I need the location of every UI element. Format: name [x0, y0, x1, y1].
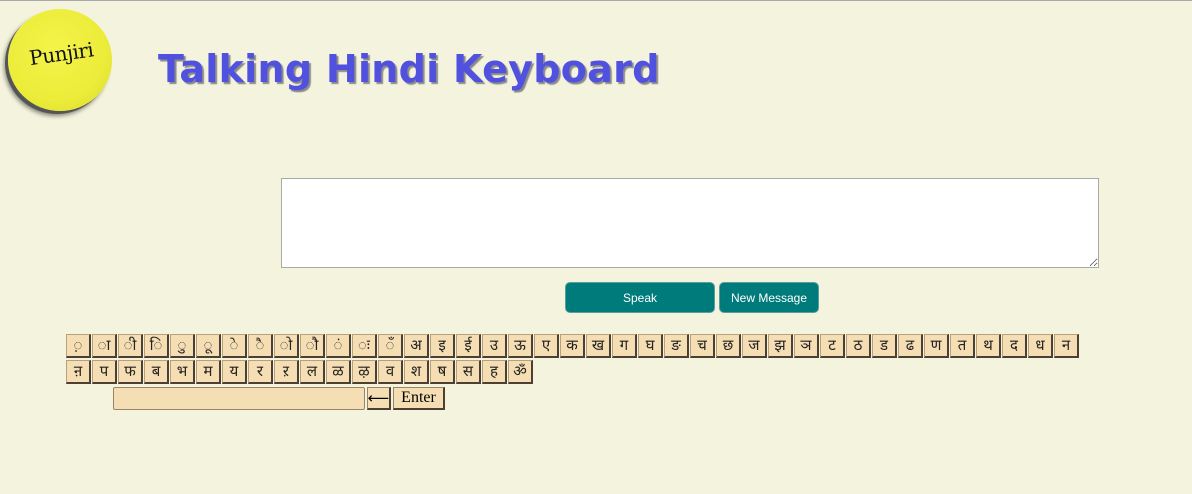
key-row2-0[interactable]: ऩ: [66, 360, 91, 384]
key-row1-29[interactable]: ट: [820, 334, 845, 358]
key-row1-25[interactable]: छ: [716, 334, 741, 358]
key-row1-12[interactable]: ◌ँ: [378, 334, 403, 358]
key-row2-6[interactable]: य: [222, 360, 247, 384]
key-row1-2[interactable]: ◌ी: [118, 334, 143, 358]
key-row2-8[interactable]: ऱ: [274, 360, 299, 384]
new-message-button[interactable]: New Message: [719, 282, 819, 313]
key-row1-10[interactable]: ◌ं: [326, 334, 351, 358]
key-row2-11[interactable]: ऴ: [352, 360, 377, 384]
key-row1-17[interactable]: ऊ: [508, 334, 533, 358]
key-row1-9[interactable]: ◌ौ: [300, 334, 325, 358]
key-row2-15[interactable]: स: [456, 360, 481, 384]
key-row1-38[interactable]: न: [1054, 334, 1079, 358]
key-row1-7[interactable]: ◌ै: [248, 334, 273, 358]
key-row1-0[interactable]: ◌़: [66, 334, 91, 358]
keyboard-row-1: ◌़ ◌ा ◌ी ◌ि ◌ु ◌ू ◌े ◌ै ◌ो ◌ौ ◌ं ◌ः ◌ँ अ इ ई उ ऊ ए क ख ग घ ङ च छ ज…: [66, 334, 1079, 358]
page-title: Talking Hindi Keyboard: [158, 47, 660, 91]
key-row1-26[interactable]: ज: [742, 334, 767, 358]
key-row2-13[interactable]: श: [404, 360, 429, 384]
keyboard-input[interactable]: [113, 387, 365, 410]
key-row1-35[interactable]: थ: [976, 334, 1001, 358]
key-row1-1[interactable]: ◌ा: [92, 334, 117, 358]
backspace-key[interactable]: ⟵: [367, 387, 391, 410]
key-row2-14[interactable]: ष: [430, 360, 455, 384]
key-row2-9[interactable]: ल: [300, 360, 325, 384]
key-row1-4[interactable]: ◌ु: [170, 334, 195, 358]
key-row2-10[interactable]: ळ: [326, 360, 351, 384]
key-row1-15[interactable]: ई: [456, 334, 481, 358]
enter-key[interactable]: Enter: [393, 387, 445, 410]
key-row1-13[interactable]: अ: [404, 334, 429, 358]
key-row1-5[interactable]: ◌ू: [196, 334, 221, 358]
key-row1-11[interactable]: ◌ः: [352, 334, 377, 358]
key-row2-16[interactable]: ह: [482, 360, 507, 384]
key-row1-24[interactable]: च: [690, 334, 715, 358]
key-row1-19[interactable]: क: [560, 334, 585, 358]
key-row1-18[interactable]: ए: [534, 334, 559, 358]
key-row1-3[interactable]: ◌ि: [144, 334, 169, 358]
key-row1-14[interactable]: इ: [430, 334, 455, 358]
key-row1-8[interactable]: ◌ो: [274, 334, 299, 358]
key-row1-22[interactable]: घ: [638, 334, 663, 358]
keyboard-row-2: ऩपफबभमयरऱलळऴवशषसहॐ: [66, 360, 533, 384]
key-row2-4[interactable]: भ: [170, 360, 195, 384]
key-row1-23[interactable]: ङ: [664, 334, 689, 358]
speak-button[interactable]: Speak: [565, 282, 715, 313]
key-row2-1[interactable]: प: [92, 360, 117, 384]
key-row2-3[interactable]: ब: [144, 360, 169, 384]
key-row1-33[interactable]: ण: [924, 334, 949, 358]
key-row1-30[interactable]: ठ: [846, 334, 871, 358]
key-row1-28[interactable]: ञ: [794, 334, 819, 358]
key-row1-21[interactable]: ग: [612, 334, 637, 358]
key-row1-27[interactable]: झ: [768, 334, 793, 358]
key-row1-37[interactable]: ध: [1028, 334, 1053, 358]
key-row2-5[interactable]: म: [196, 360, 221, 384]
key-row1-34[interactable]: त: [950, 334, 975, 358]
key-row1-36[interactable]: द: [1002, 334, 1027, 358]
message-textarea[interactable]: [281, 178, 1099, 268]
logo-text: Punjiri: [27, 37, 95, 71]
punjiri-logo: Punjiri: [8, 9, 112, 111]
key-row2-12[interactable]: व: [378, 360, 403, 384]
key-row2-17[interactable]: ॐ: [508, 360, 533, 384]
key-row2-2[interactable]: फ: [118, 360, 143, 384]
key-row1-16[interactable]: उ: [482, 334, 507, 358]
key-row1-6[interactable]: ◌े: [222, 334, 247, 358]
key-row1-32[interactable]: ढ: [898, 334, 923, 358]
key-row1-31[interactable]: ड: [872, 334, 897, 358]
key-row2-7[interactable]: र: [248, 360, 273, 384]
key-row1-20[interactable]: ख: [586, 334, 611, 358]
